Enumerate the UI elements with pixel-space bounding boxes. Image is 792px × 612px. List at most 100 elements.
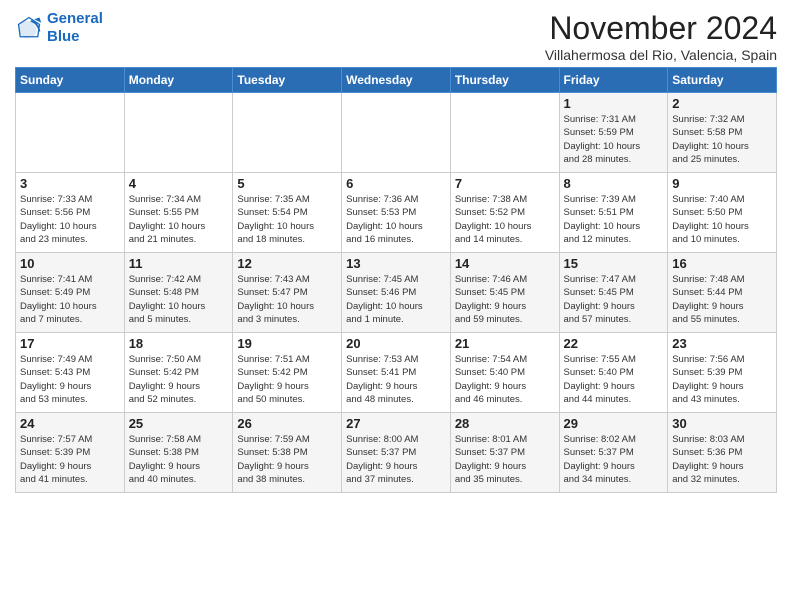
- day-number: 1: [564, 96, 664, 111]
- day-number: 18: [129, 336, 229, 351]
- day-info: Sunrise: 7:59 AM Sunset: 5:38 PM Dayligh…: [237, 433, 337, 486]
- day-number: 16: [672, 256, 772, 271]
- page-header: General Blue November 2024 Villahermosa …: [15, 10, 777, 63]
- calendar-week-row: 17Sunrise: 7:49 AM Sunset: 5:43 PM Dayli…: [16, 333, 777, 413]
- day-info: Sunrise: 7:47 AM Sunset: 5:45 PM Dayligh…: [564, 273, 664, 326]
- day-info: Sunrise: 7:34 AM Sunset: 5:55 PM Dayligh…: [129, 193, 229, 246]
- day-info: Sunrise: 7:54 AM Sunset: 5:40 PM Dayligh…: [455, 353, 555, 406]
- calendar-day-cell: 27 Sunrise: 8:00 AM Sunset: 5:37 PM Dayli…: [342, 413, 451, 493]
- calendar-day-cell: [450, 93, 559, 173]
- calendar-day-cell: 23 Sunrise: 7:56 AM Sunset: 5:39 PM Dayli…: [668, 333, 777, 413]
- calendar-day-cell: 12Sunrise: 7:43 AM Sunset: 5:47 PM Dayli…: [233, 253, 342, 333]
- day-number: 4: [129, 176, 229, 191]
- day-number: 9: [672, 176, 772, 191]
- day-info: Sunrise: 7:31 AM Sunset: 5:59 PM Dayligh…: [564, 113, 664, 166]
- logo: General Blue: [15, 10, 103, 46]
- calendar-day-cell: 11 Sunrise: 7:42 AM Sunset: 5:48 PM Dayli…: [124, 253, 233, 333]
- day-number: 2: [672, 96, 772, 111]
- day-info: Sunrise: 8:03 AM Sunset: 5:36 PM Dayligh…: [672, 433, 772, 486]
- weekday-header-cell: Monday: [124, 68, 233, 93]
- logo-line1: General: [47, 10, 103, 28]
- day-number: 8: [564, 176, 664, 191]
- calendar-week-row: 3 Sunrise: 7:33 AM Sunset: 5:56 PM Daylig…: [16, 173, 777, 253]
- day-number: 6: [346, 176, 446, 191]
- weekday-header-cell: Sunday: [16, 68, 125, 93]
- calendar-day-cell: 4 Sunrise: 7:34 AM Sunset: 5:55 PM Daylig…: [124, 173, 233, 253]
- weekday-header-row: SundayMondayTuesdayWednesdayThursdayFrid…: [16, 68, 777, 93]
- day-number: 3: [20, 176, 120, 191]
- calendar-day-cell: 26 Sunrise: 7:59 AM Sunset: 5:38 PM Dayli…: [233, 413, 342, 493]
- calendar-table: SundayMondayTuesdayWednesdayThursdayFrid…: [15, 67, 777, 493]
- weekday-header-cell: Wednesday: [342, 68, 451, 93]
- day-number: 19: [237, 336, 337, 351]
- day-number: 12: [237, 256, 337, 271]
- day-info: Sunrise: 7:55 AM Sunset: 5:40 PM Dayligh…: [564, 353, 664, 406]
- calendar-day-cell: 29Sunrise: 8:02 AM Sunset: 5:37 PM Dayli…: [559, 413, 668, 493]
- calendar-day-cell: 28 Sunrise: 8:01 AM Sunset: 5:37 PM Dayli…: [450, 413, 559, 493]
- day-info: Sunrise: 7:35 AM Sunset: 5:54 PM Dayligh…: [237, 193, 337, 246]
- calendar-day-cell: 2 Sunrise: 7:32 AM Sunset: 5:58 PM Daylig…: [668, 93, 777, 173]
- day-number: 17: [20, 336, 120, 351]
- logo-line2: Blue: [47, 28, 103, 46]
- day-info: Sunrise: 8:01 AM Sunset: 5:37 PM Dayligh…: [455, 433, 555, 486]
- calendar-day-cell: 3 Sunrise: 7:33 AM Sunset: 5:56 PM Daylig…: [16, 173, 125, 253]
- calendar-day-cell: 6 Sunrise: 7:36 AM Sunset: 5:53 PM Daylig…: [342, 173, 451, 253]
- calendar-day-cell: 21Sunrise: 7:54 AM Sunset: 5:40 PM Dayli…: [450, 333, 559, 413]
- day-info: Sunrise: 8:00 AM Sunset: 5:37 PM Dayligh…: [346, 433, 446, 486]
- calendar-day-cell: 19 Sunrise: 7:51 AM Sunset: 5:42 PM Dayli…: [233, 333, 342, 413]
- calendar-day-cell: [16, 93, 125, 173]
- day-info: Sunrise: 7:57 AM Sunset: 5:39 PM Dayligh…: [20, 433, 120, 486]
- calendar-day-cell: [124, 93, 233, 173]
- day-info: Sunrise: 7:41 AM Sunset: 5:49 PM Dayligh…: [20, 273, 120, 326]
- day-info: Sunrise: 7:32 AM Sunset: 5:58 PM Dayligh…: [672, 113, 772, 166]
- day-number: 23: [672, 336, 772, 351]
- day-number: 25: [129, 416, 229, 431]
- calendar-day-cell: 20Sunrise: 7:53 AM Sunset: 5:41 PM Dayli…: [342, 333, 451, 413]
- day-info: Sunrise: 7:45 AM Sunset: 5:46 PM Dayligh…: [346, 273, 446, 326]
- day-number: 27: [346, 416, 446, 431]
- day-info: Sunrise: 7:48 AM Sunset: 5:44 PM Dayligh…: [672, 273, 772, 326]
- day-number: 20: [346, 336, 446, 351]
- title-block: November 2024 Villahermosa del Rio, Vale…: [545, 10, 777, 63]
- day-info: Sunrise: 7:36 AM Sunset: 5:53 PM Dayligh…: [346, 193, 446, 246]
- day-info: Sunrise: 7:46 AM Sunset: 5:45 PM Dayligh…: [455, 273, 555, 326]
- day-number: 14: [455, 256, 555, 271]
- calendar-week-row: 10 Sunrise: 7:41 AM Sunset: 5:49 PM Dayli…: [16, 253, 777, 333]
- calendar-day-cell: 1 Sunrise: 7:31 AM Sunset: 5:59 PM Daylig…: [559, 93, 668, 173]
- location: Villahermosa del Rio, Valencia, Spain: [545, 47, 777, 63]
- weekday-header-cell: Friday: [559, 68, 668, 93]
- day-number: 11: [129, 256, 229, 271]
- calendar-day-cell: 16 Sunrise: 7:48 AM Sunset: 5:44 PM Dayli…: [668, 253, 777, 333]
- day-number: 22: [564, 336, 664, 351]
- calendar-day-cell: 30Sunrise: 8:03 AM Sunset: 5:36 PM Dayli…: [668, 413, 777, 493]
- day-number: 28: [455, 416, 555, 431]
- calendar-day-cell: 22 Sunrise: 7:55 AM Sunset: 5:40 PM Dayli…: [559, 333, 668, 413]
- day-number: 15: [564, 256, 664, 271]
- day-info: Sunrise: 7:40 AM Sunset: 5:50 PM Dayligh…: [672, 193, 772, 246]
- day-number: 26: [237, 416, 337, 431]
- calendar-day-cell: 7Sunrise: 7:38 AM Sunset: 5:52 PM Daylig…: [450, 173, 559, 253]
- calendar-day-cell: 9 Sunrise: 7:40 AM Sunset: 5:50 PM Daylig…: [668, 173, 777, 253]
- day-info: Sunrise: 7:38 AM Sunset: 5:52 PM Dayligh…: [455, 193, 555, 246]
- calendar-day-cell: 24 Sunrise: 7:57 AM Sunset: 5:39 PM Dayli…: [16, 413, 125, 493]
- day-info: Sunrise: 7:51 AM Sunset: 5:42 PM Dayligh…: [237, 353, 337, 406]
- logo-text: General Blue: [47, 10, 103, 46]
- calendar-day-cell: 10 Sunrise: 7:41 AM Sunset: 5:49 PM Dayli…: [16, 253, 125, 333]
- weekday-header-cell: Saturday: [668, 68, 777, 93]
- weekday-header-cell: Thursday: [450, 68, 559, 93]
- month-title: November 2024: [545, 10, 777, 47]
- day-info: Sunrise: 7:56 AM Sunset: 5:39 PM Dayligh…: [672, 353, 772, 406]
- calendar-day-cell: 5 Sunrise: 7:35 AM Sunset: 5:54 PM Daylig…: [233, 173, 342, 253]
- day-info: Sunrise: 7:33 AM Sunset: 5:56 PM Dayligh…: [20, 193, 120, 246]
- calendar-day-cell: [342, 93, 451, 173]
- calendar-day-cell: 25 Sunrise: 7:58 AM Sunset: 5:38 PM Dayli…: [124, 413, 233, 493]
- calendar-day-cell: [233, 93, 342, 173]
- day-info: Sunrise: 7:58 AM Sunset: 5:38 PM Dayligh…: [129, 433, 229, 486]
- day-number: 24: [20, 416, 120, 431]
- calendar-day-cell: 8Sunrise: 7:39 AM Sunset: 5:51 PM Daylig…: [559, 173, 668, 253]
- day-number: 5: [237, 176, 337, 191]
- calendar-body: 1 Sunrise: 7:31 AM Sunset: 5:59 PM Daylig…: [16, 93, 777, 493]
- day-info: Sunrise: 7:42 AM Sunset: 5:48 PM Dayligh…: [129, 273, 229, 326]
- day-number: 10: [20, 256, 120, 271]
- weekday-header-cell: Tuesday: [233, 68, 342, 93]
